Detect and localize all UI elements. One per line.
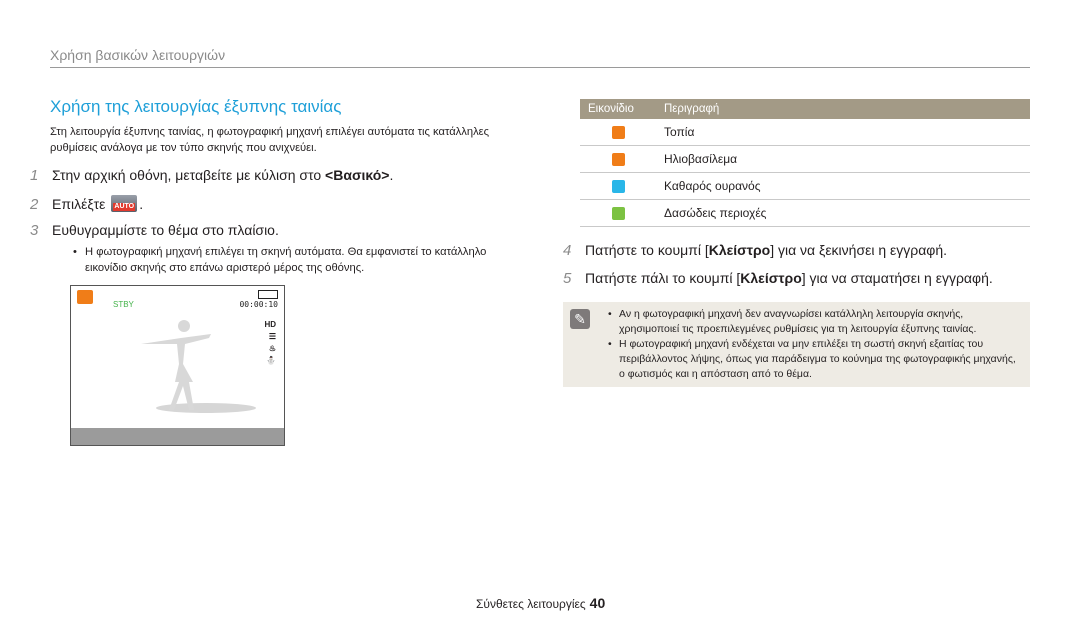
page-footer: Σύνθετες λειτουργίες 40 [476, 595, 605, 611]
menu-name: <Βασικό> [325, 167, 390, 183]
page-number: 40 [589, 595, 606, 611]
step-1: 1 Στην αρχική οθόνη, μεταβείτε με κύλιση … [30, 167, 394, 184]
header-divider [50, 67, 1030, 68]
table-row: Τοπία [580, 119, 1030, 146]
step-3-bullet: Η φωτογραφική μηχανή επιλέγει τη σκηνή α… [73, 244, 505, 276]
note-item: Η φωτογραφική μηχανή ενδέχεται να μην επ… [608, 337, 1024, 382]
table-header-description: Περιγραφή [656, 99, 1030, 119]
table-row: Δασώδεις περιοχές [580, 199, 1030, 227]
step-5: 5 Πατήστε πάλι το κουμπί [Κλείστρο] για ν… [563, 270, 993, 287]
table-row: Ηλιοβασίλεμα [580, 145, 1030, 173]
table-row: Καθαρός ουρανός [580, 172, 1030, 200]
note-item: Αν η φωτογραφική μηχανή δεν αναγνωρίσει … [608, 307, 1024, 337]
landscape-icon [611, 126, 625, 140]
step-2: 2 Επιλέξτε AUTO. [30, 195, 144, 213]
sunset-icon [611, 153, 625, 167]
step-number: 1 [30, 167, 39, 184]
step-number: 4 [563, 242, 572, 259]
step-number: 3 [30, 222, 39, 239]
section-header: Χρήση βασικών λειτουργιών [50, 47, 226, 63]
camera-screen-illustration: STBY 00:00:10 HD ☰ ♨ ⛄ [70, 285, 285, 446]
note-box: ✎ Αν η φωτογραφική μηχανή δεν αναγνωρίσε… [563, 302, 1030, 387]
button-name: Κλείστρο [740, 270, 802, 286]
step-number: 2 [30, 196, 39, 213]
forest-icon [611, 207, 625, 221]
note-icon: ✎ [570, 309, 590, 329]
step-3: 3 Ευθυγραμμίστε το θέμα στο πλαίσιο. [30, 222, 279, 239]
scene-icon-table: Εικονίδιο Περιγραφή Τοπία Ηλιοβασίλεμα Κ… [580, 99, 1030, 227]
table-header-icon: Εικονίδιο [580, 99, 656, 119]
footer-section: Σύνθετες λειτουργίες [476, 597, 586, 611]
page-title: Χρήση της λειτουργίας έξυπνης ταινίας [50, 97, 342, 116]
camera-bottom-bar [71, 428, 284, 445]
step-number: 5 [563, 270, 572, 287]
dancer-figure-icon [141, 320, 256, 413]
smart-auto-icon: AUTO [111, 195, 138, 212]
step-4: 4 Πατήστε το κουμπί [Κλείστρο] για να ξεκ… [563, 242, 948, 259]
button-name: Κλείστρο [708, 242, 771, 258]
intro-paragraph: Στη λειτουργία έξυπνης ταινίας, η φωτογρ… [50, 126, 490, 154]
clear-sky-icon [611, 180, 625, 194]
